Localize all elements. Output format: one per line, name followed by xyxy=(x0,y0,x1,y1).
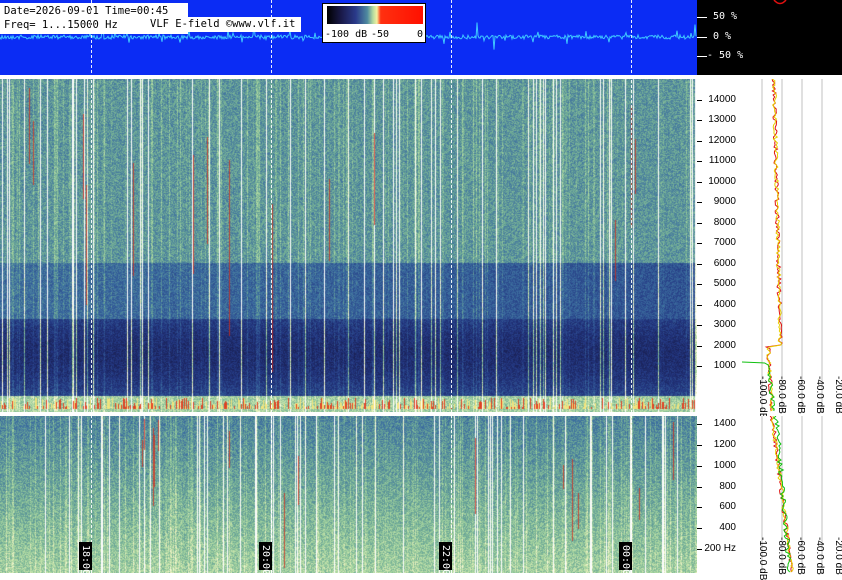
profile-db-label: -60.0 dB xyxy=(795,376,806,414)
scale-tick xyxy=(697,37,707,38)
freq-tick xyxy=(697,304,702,306)
freq-tick xyxy=(697,507,702,509)
hour-gridline xyxy=(631,0,632,573)
freq-tick xyxy=(697,325,702,327)
freq-tick xyxy=(697,465,702,467)
scale-tick xyxy=(697,17,707,18)
scale-label-minus-50: - 50 % xyxy=(707,50,744,61)
spectrogram-high-band xyxy=(0,79,697,412)
profile-db-label: -20.0 dB xyxy=(833,537,842,575)
color-scale-gradient xyxy=(327,6,423,24)
freq-label: 10000 xyxy=(708,175,736,187)
freq-tick xyxy=(697,528,702,530)
freq-tick xyxy=(697,202,702,204)
freq-label: 1200 xyxy=(713,438,736,450)
color-scale-min-label: -100 dB xyxy=(325,29,368,40)
freq-tick xyxy=(697,222,702,224)
color-scale-legend: -100 dB -50 0 xyxy=(322,3,426,43)
profile-db-label: -100.0 dB xyxy=(757,537,768,580)
profile-db-label: -100.0 dB xyxy=(757,376,768,420)
freq-tick xyxy=(697,181,702,183)
credit-label: VLF E-field ©www.vlf.it xyxy=(150,17,302,32)
freq-label: 9000 xyxy=(713,196,736,208)
waveform-scale: 50 % 0 % - 50 % xyxy=(697,0,842,75)
frequency-axis-low: 1400 1200 1000 800 600 400 200 Hz xyxy=(697,416,742,573)
scale-label-0: 0 % xyxy=(713,31,732,42)
freq-tick xyxy=(697,243,702,245)
hour-label-box: 18:00 xyxy=(79,542,92,575)
profile-db-label: -20.0 dB xyxy=(833,376,842,414)
scale-tick xyxy=(697,56,707,57)
freq-label: 1000 xyxy=(713,360,736,371)
freq-tick xyxy=(697,549,702,550)
hour-label-box: 00:00 xyxy=(619,542,632,575)
spectrum-profile-low: -100.0 dB -80.0 dB -60.0 dB -40.0 dB -20.0 d… xyxy=(742,416,842,580)
scale-label-50: 50 % xyxy=(713,11,738,22)
freq-label: 3000 xyxy=(713,319,736,331)
freq-label: 2000 xyxy=(713,339,736,351)
corner-mark-icon xyxy=(773,0,787,5)
freq-label: 13000 xyxy=(708,114,736,126)
freq-label: 14000 xyxy=(708,94,736,105)
vlf-spectrogram-viewer: Date=2026-09-01 Time=00:45 Freq= 1...150… xyxy=(0,0,842,580)
freq-tick xyxy=(697,120,702,122)
hour-gridline xyxy=(271,0,272,573)
freq-label: 5000 xyxy=(713,278,736,290)
frequency-axis-high: 14000 13000 12000 11000 10000 9000 8000 7000 600… xyxy=(697,79,742,412)
freq-label: 6000 xyxy=(713,257,736,269)
profile-trace xyxy=(766,79,782,412)
freq-tick xyxy=(697,161,702,163)
hour-label: 00:00 xyxy=(620,545,631,576)
hour-gridline xyxy=(91,0,92,573)
freq-tick xyxy=(697,100,702,101)
hour-label: 18:00 xyxy=(80,545,91,576)
freq-tick xyxy=(697,140,702,142)
freq-label: 11000 xyxy=(708,155,736,167)
freq-label: 8000 xyxy=(713,216,736,228)
freq-label: 200 Hz xyxy=(704,543,736,554)
freq-tick xyxy=(697,284,702,286)
color-scale-mid-label: -50 xyxy=(371,29,390,40)
freq-tick xyxy=(697,486,702,488)
freq-tick xyxy=(697,345,702,347)
freq-tick xyxy=(697,366,702,367)
freq-label: 600 xyxy=(719,501,736,513)
profile-db-label: -80.0 dB xyxy=(776,376,787,414)
freq-label: 4000 xyxy=(713,298,736,310)
spectrogram-low-band xyxy=(0,416,697,573)
freq-label: 7000 xyxy=(713,237,736,249)
profile-db-label: -80.0 dB xyxy=(776,537,787,575)
spectrum-profile-high: -100.0 dB -80.0 dB -60.0 dB -40.0 dB -20.0 d… xyxy=(742,79,842,419)
freq-label: 1400 xyxy=(713,418,736,429)
profile-db-label: -40.0 dB xyxy=(814,537,825,575)
freq-label: 1000 xyxy=(713,459,736,471)
freq-tick xyxy=(697,424,702,425)
freq-label: 800 xyxy=(719,480,736,492)
profile-db-label: -60.0 dB xyxy=(795,537,806,575)
hour-gridline xyxy=(451,0,452,573)
date-time-label: Date=2026-09-01 Time=00:45 xyxy=(4,5,169,17)
hour-label: 20:00 xyxy=(260,545,271,576)
hour-label-box: 20:00 xyxy=(259,542,272,575)
hour-label-box: 22:00 xyxy=(439,542,452,575)
profile-db-label: -40.0 dB xyxy=(814,376,825,414)
freq-tick xyxy=(697,444,702,446)
color-scale-max-label: 0 xyxy=(417,29,424,40)
freq-tick xyxy=(697,263,702,265)
hour-label: 22:00 xyxy=(440,545,451,576)
freq-label: 400 xyxy=(719,522,736,534)
freq-label: 12000 xyxy=(708,134,736,146)
